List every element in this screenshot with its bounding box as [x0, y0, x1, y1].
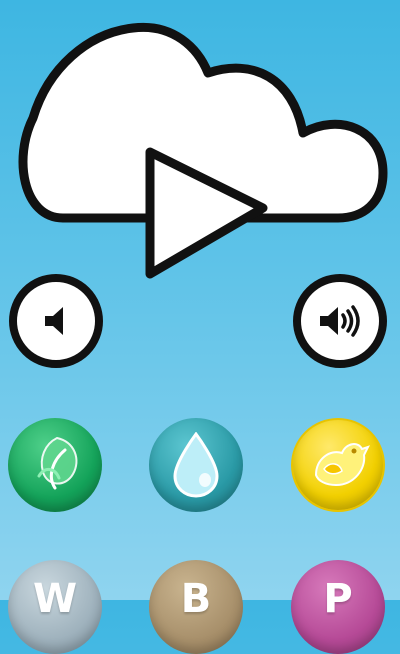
- water-sound-button[interactable]: [149, 418, 243, 512]
- nature-sound-button[interactable]: [8, 418, 102, 512]
- leaf-icon: [37, 436, 78, 490]
- water-drop-icon: [173, 432, 219, 498]
- b-sound-button[interactable]: B: [149, 560, 243, 654]
- volume-up-button[interactable]: [293, 274, 387, 368]
- p-button-label: P: [323, 576, 353, 622]
- volume-down-button[interactable]: [9, 274, 103, 368]
- volume-down-icon: [45, 307, 63, 335]
- play-button[interactable]: [8, 8, 388, 283]
- w-button-label: W: [32, 576, 78, 622]
- bird-icon: [314, 443, 370, 487]
- volume-up-icon: [320, 305, 360, 337]
- cloud-play-icon: [18, 22, 388, 279]
- w-sound-button[interactable]: W: [8, 560, 102, 654]
- bird-sound-button[interactable]: [291, 418, 385, 512]
- b-button-label: B: [180, 576, 212, 622]
- p-sound-button[interactable]: P: [291, 560, 385, 654]
